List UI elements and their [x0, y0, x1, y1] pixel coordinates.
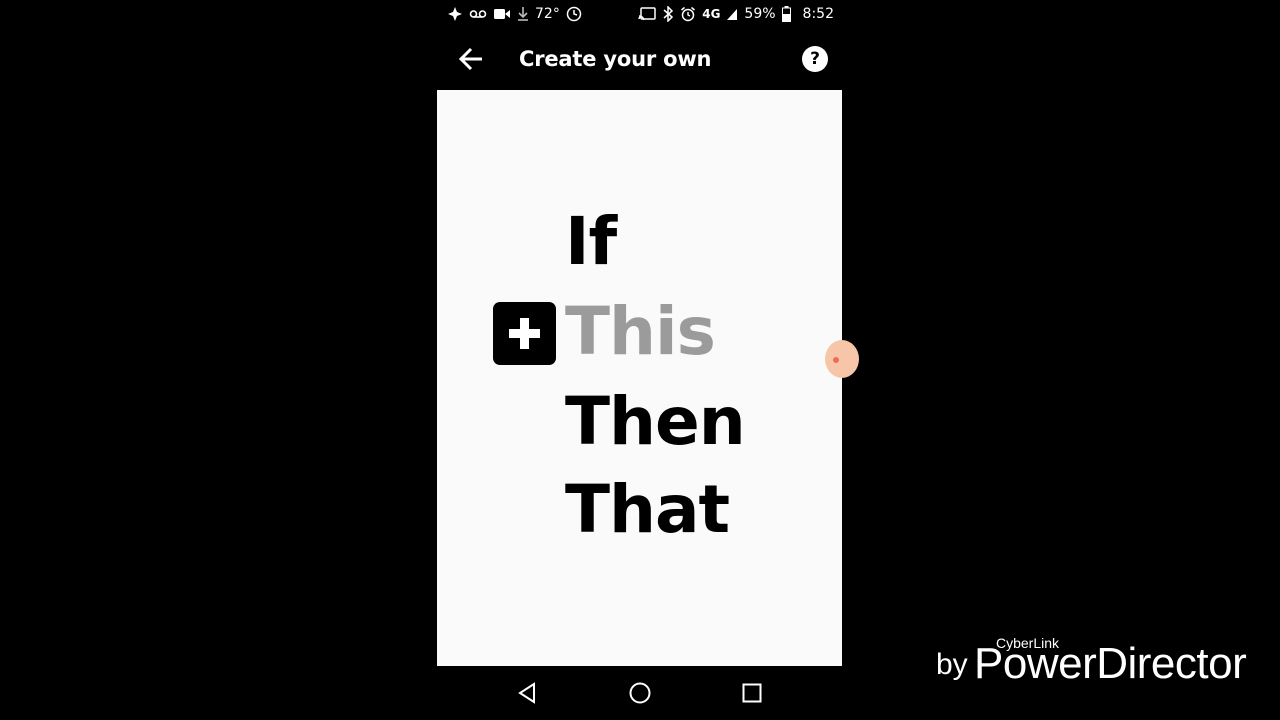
cast-icon: [638, 7, 656, 21]
powerdirector-watermark: by CyberLink PowerDirector: [936, 632, 1266, 692]
status-bar: 72° 4G 59% 8:52: [437, 0, 842, 28]
watermark-brand: PowerDirector: [974, 639, 1247, 688]
arrow-left-icon: [458, 47, 482, 71]
watermark-by: by: [936, 648, 968, 681]
clock-text: 8:52: [802, 6, 834, 22]
recents-square-icon: [742, 683, 762, 703]
status-right: 4G 59% 8:52: [638, 5, 834, 23]
nav-back-button[interactable]: [516, 681, 540, 705]
pinwheel-icon: [448, 7, 462, 21]
floating-bubble[interactable]: [825, 340, 859, 378]
download-icon: [518, 7, 528, 21]
temperature-gauge-icon: [566, 6, 582, 22]
bubble-dot: [833, 357, 839, 363]
this-trigger-link[interactable]: This: [565, 292, 716, 372]
back-button[interactable]: [457, 44, 487, 74]
page-title: Create your own: [519, 47, 712, 71]
then-label: Then: [565, 383, 746, 460]
temperature-text: 72°: [535, 6, 560, 22]
back-triangle-icon: [518, 682, 535, 704]
system-nav-bar: [437, 666, 842, 720]
voicemail-icon: [469, 10, 487, 18]
add-trigger-button[interactable]: [493, 302, 556, 365]
alarm-icon: [681, 6, 696, 22]
network-type-text: 4G: [702, 7, 721, 21]
video-icon: [494, 9, 510, 19]
battery-percent-text: 59%: [744, 6, 776, 22]
phone-screen: 72° 4G 59% 8:52 Create your own ? If Thi…: [437, 0, 859, 720]
help-button[interactable]: ?: [802, 46, 828, 72]
app-bar: Create your own ?: [437, 30, 842, 88]
applet-builder-card: If This Then That: [437, 90, 859, 666]
that-action-label: That: [565, 471, 730, 548]
if-label: If: [565, 203, 617, 280]
home-circle-icon: [629, 682, 651, 704]
signal-icon: [727, 9, 738, 20]
battery-icon: [781, 6, 791, 22]
status-left: 72°: [447, 5, 582, 23]
nav-recents-button[interactable]: [740, 681, 764, 705]
plus-icon: [509, 318, 540, 349]
nav-home-button[interactable]: [628, 681, 652, 705]
bluetooth-icon: [663, 6, 674, 22]
